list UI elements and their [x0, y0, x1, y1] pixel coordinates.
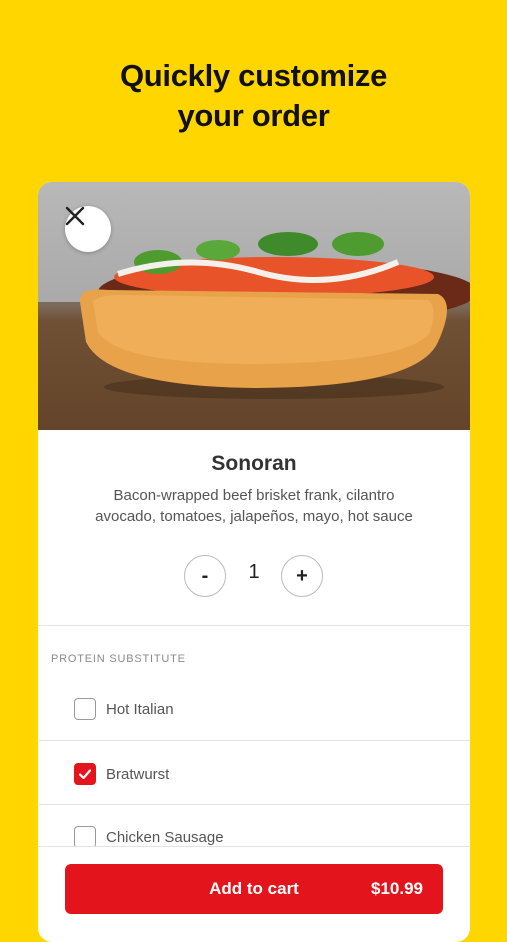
close-button[interactable] — [65, 206, 111, 252]
section-title: PROTEIN SUBSTITUTE — [51, 653, 186, 665]
product-image — [38, 182, 470, 430]
increase-quantity-button[interactable]: + — [281, 555, 323, 597]
option-label: Hot Italian — [106, 700, 174, 718]
cart-price: $10.99 — [371, 879, 423, 898]
checkbox-hot-italian[interactable] — [74, 698, 96, 720]
option-label: Bratwurst — [106, 765, 170, 783]
product-card: Sonoran Bacon-wrapped beef brisket frank… — [38, 182, 470, 942]
option-divider — [38, 740, 470, 741]
checkmark-icon — [78, 769, 92, 780]
description-line-1: Bacon-wrapped beef brisket frank, cilant… — [113, 487, 395, 504]
checkbox-chicken-sausage[interactable] — [74, 826, 96, 848]
promo-headline: Quickly customize your order — [0, 56, 507, 136]
headline-line-2: your order — [177, 98, 330, 133]
add-to-cart-button[interactable]: Add to cart $10.99 — [65, 864, 443, 914]
option-bratwurst[interactable]: Bratwurst — [74, 762, 434, 786]
headline-line-1: Quickly customize — [119, 58, 388, 93]
quantity-value: 1 — [248, 561, 260, 583]
option-hot-italian[interactable]: Hot Italian — [74, 697, 434, 721]
description-line-2: avocado, tomatoes, jalapeños, mayo, hot … — [95, 508, 413, 525]
product-description: Bacon-wrapped beef brisket frank, cilant… — [68, 485, 440, 527]
option-label: Chicken Sausage — [106, 828, 224, 846]
option-divider — [38, 804, 470, 805]
checkbox-bratwurst[interactable] — [74, 763, 96, 785]
product-title: Sonoran — [211, 452, 297, 475]
checkout-bar: Add to cart $10.99 — [38, 846, 470, 914]
section-divider — [38, 625, 470, 626]
close-icon — [65, 206, 85, 226]
decrease-quantity-button[interactable]: - — [184, 555, 226, 597]
